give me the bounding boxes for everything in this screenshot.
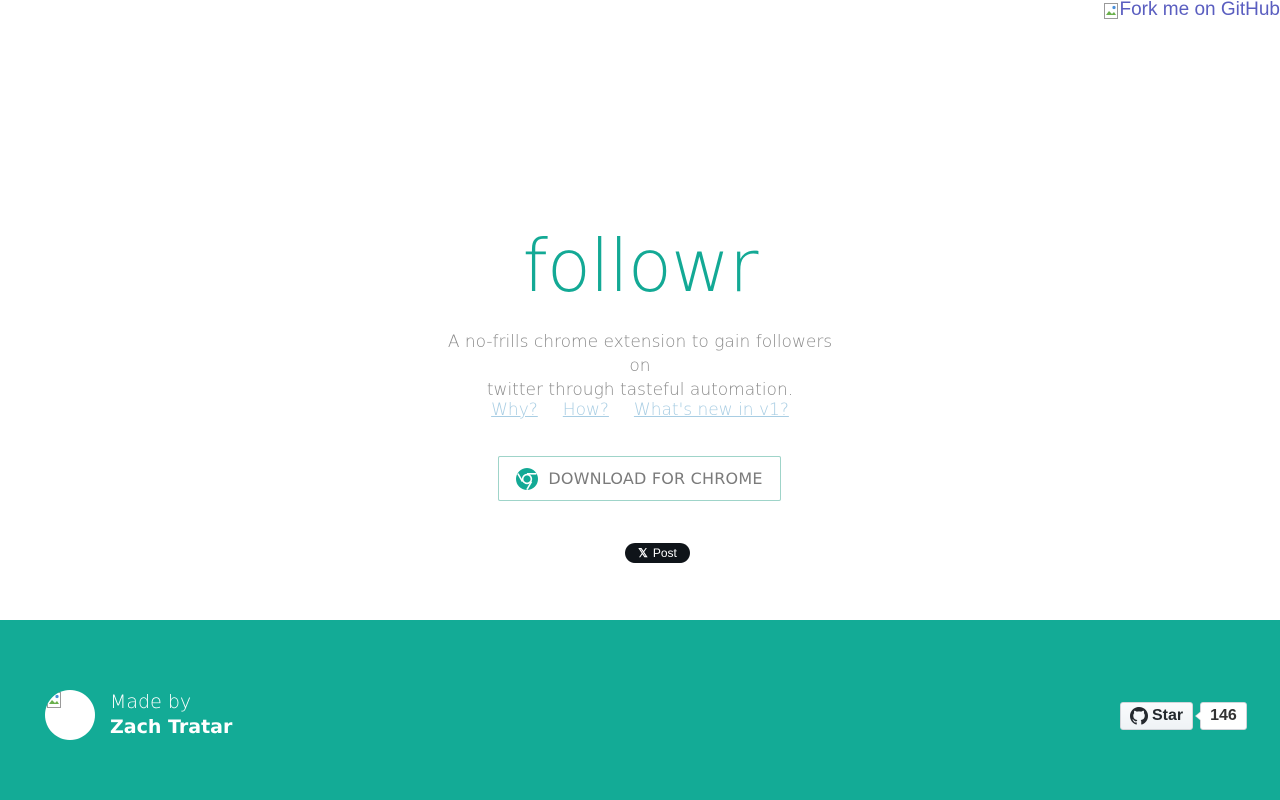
- page: Fork me on GitHub followr A no-frills ch…: [0, 0, 1280, 800]
- github-icon: [1130, 707, 1148, 725]
- chrome-icon: [516, 467, 539, 490]
- star-count[interactable]: 146: [1195, 702, 1247, 730]
- info-links: Why? How? What's new in v1?: [0, 398, 1280, 422]
- star-label: Star: [1152, 707, 1184, 724]
- footer: Made by Zach Tratar Star 146: [0, 620, 1280, 800]
- x-logo-icon: 𝕏: [638, 546, 648, 560]
- made-by-credit: Made by Zach Tratar: [110, 690, 232, 739]
- download-for-chrome-button[interactable]: DOWNLOAD FOR CHROME: [498, 456, 781, 501]
- github-star-widget: Star 146: [1120, 702, 1247, 730]
- made-by-label: Made by: [110, 691, 192, 713]
- tagline-line-2: twitter through tasteful automation.: [486, 380, 794, 400]
- download-label: DOWNLOAD FOR CHROME: [548, 469, 763, 488]
- author-name-link[interactable]: Zach Tratar: [110, 715, 232, 739]
- github-star-button[interactable]: Star: [1120, 702, 1194, 730]
- followr-logo: followr: [522, 224, 759, 308]
- avatar[interactable]: [45, 690, 95, 740]
- whats-new-link[interactable]: What's new in v1?: [634, 398, 789, 422]
- broken-image-icon: [47, 692, 61, 708]
- tagline: A no-frills chrome extension to gain fol…: [440, 330, 840, 402]
- post-label: Post: [652, 546, 677, 560]
- why-link[interactable]: Why?: [491, 398, 538, 422]
- how-link[interactable]: How?: [563, 398, 609, 422]
- x-post-button[interactable]: 𝕏 Post: [625, 543, 690, 563]
- tagline-line-1: A no-frills chrome extension to gain fol…: [447, 332, 833, 376]
- hero-section: followr A no-frills chrome extension to …: [0, 0, 1280, 620]
